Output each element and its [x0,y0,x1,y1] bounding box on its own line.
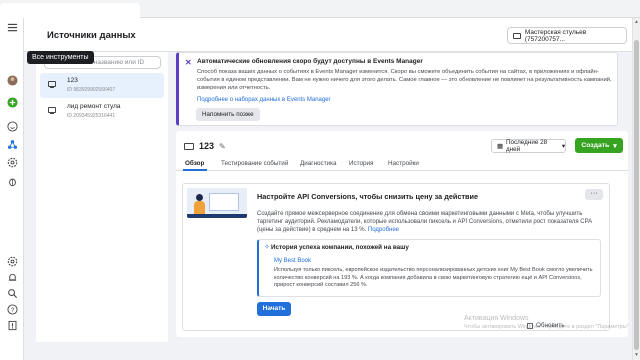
notice-link[interactable]: Подробнее о наборах данных в Events Mana… [197,97,331,103]
scrollbar-thumb[interactable] [634,40,639,350]
calendar-icon: ▦ [497,142,503,150]
dataset-tabs: Обзор Тестирование событий Диагностика И… [176,155,628,171]
update-notice: ✕ Автоматические обновления скоро будут … [176,52,618,126]
tab-history[interactable]: История [349,160,373,167]
help-icon[interactable]: ? [5,302,19,316]
notice-body: Способ показа ваших данных о событиях в … [197,69,612,91]
avatar[interactable] [5,73,19,87]
datasource-item[interactable]: лид ремонт стула ID 209345925316441 [40,99,164,124]
bug-icon[interactable] [5,174,19,188]
datasource-id: ID 209345925316441 [67,113,116,119]
create-button-label: Создать [581,142,610,149]
settings-icon[interactable] [5,254,19,268]
capi-description: Создайте прямое межсерверное соединение … [257,210,605,234]
svg-text:?: ? [10,306,14,313]
sparkle-icon: ✧ [264,244,270,251]
left-rail: ? [0,18,24,360]
scroll-up-icon[interactable]: ▲ [634,19,639,25]
active-tab-indicator [183,169,207,171]
browser-tab[interactable] [0,3,140,18]
page-title: Источники данных [47,30,136,41]
tab-overview[interactable]: Обзор [185,160,204,167]
tab-test-events[interactable]: Тестирование событий [221,160,288,167]
account-name: Мастерская стульев (757200757... [524,28,587,43]
monitor-icon [48,107,56,114]
report-icon[interactable] [5,318,19,332]
add-icon[interactable] [5,95,19,109]
capi-title: Настройте API Conversions, чтобы снизить… [257,192,479,201]
date-range-label: Последние 28 дней [505,139,548,153]
scroll-down-icon[interactable]: ▼ [634,352,639,358]
checkbox-icon [527,322,533,329]
tab-settings[interactable]: Настройки [388,160,419,167]
datasource-id: ID 983929902566407 [67,87,116,93]
create-button[interactable]: Создать ▾ [575,138,623,153]
footer-refresh-label: Обновить [536,322,565,329]
rail-tooltip: Все инструменты [27,51,94,64]
datasource-name: лид ремонт стула [67,103,121,110]
chevron-down-icon: ▾ [561,142,565,150]
tab-diagnostics[interactable]: Диагностика [300,160,337,167]
datasource-list-panel: Поиск по названию или ID 123 ID 98392990… [36,52,168,342]
edit-pencil-icon[interactable]: ✎ [219,142,226,151]
dataset-title: 123 [199,141,215,151]
smile-icon[interactable] [5,119,19,133]
dataset-overview-card: 123 ✎ ▦ Последние 28 дней ▾ Создать ▾ Об… [176,131,628,337]
datasource-item[interactable]: 123 ID 983929902566407 [40,73,164,98]
dataset-title-row: 123 ✎ [184,141,226,151]
monitor-icon [184,142,194,150]
account-selector[interactable]: Мастерская стульев (757200757... [507,27,627,44]
capi-promo-card: Настройте API Conversions, чтобы снизить… [182,183,610,331]
briefcase-icon [513,32,521,39]
browser-top-bar [0,0,640,18]
notice-close-icon[interactable]: ✕ [185,58,192,67]
story-title: История успеха компании, похожей на вашу [271,244,409,251]
date-range-button[interactable]: ▦ Последние 28 дней ▾ [491,139,566,153]
datasource-name: 123 [67,77,78,84]
start-button[interactable]: Начать [257,302,291,316]
story-text: Используя только пиксель, европейское из… [274,267,593,288]
more-options-button[interactable]: ··· [585,189,603,200]
search-icon[interactable] [5,286,19,300]
settings-gear-icon[interactable] [5,155,19,169]
remind-later-button[interactable]: Напомнить позже [196,108,260,121]
footer-refresh-button[interactable]: Обновить [527,322,565,329]
capi-illustration [187,188,247,218]
monitor-icon [48,81,56,88]
page-header: Источники данных Мастерская стульев (757… [24,18,632,52]
menu-icon[interactable] [5,20,19,34]
capi-learn-more-link[interactable]: Подробнее [368,227,399,233]
story-company-link[interactable]: My Best Book [274,258,311,264]
notifications-icon[interactable] [5,270,19,284]
tools-icon[interactable] [5,137,19,151]
capi-description-text: Создайте прямое межсерверное соединение … [257,211,592,233]
notice-title: Автоматические обновления скоро будут до… [197,58,423,65]
chevron-down-icon: ▾ [613,142,617,150]
page-scrollbar[interactable]: ▲ ▼ [632,18,640,360]
success-story-box: ✧ История успеха компании, похожей на ва… [257,239,601,297]
